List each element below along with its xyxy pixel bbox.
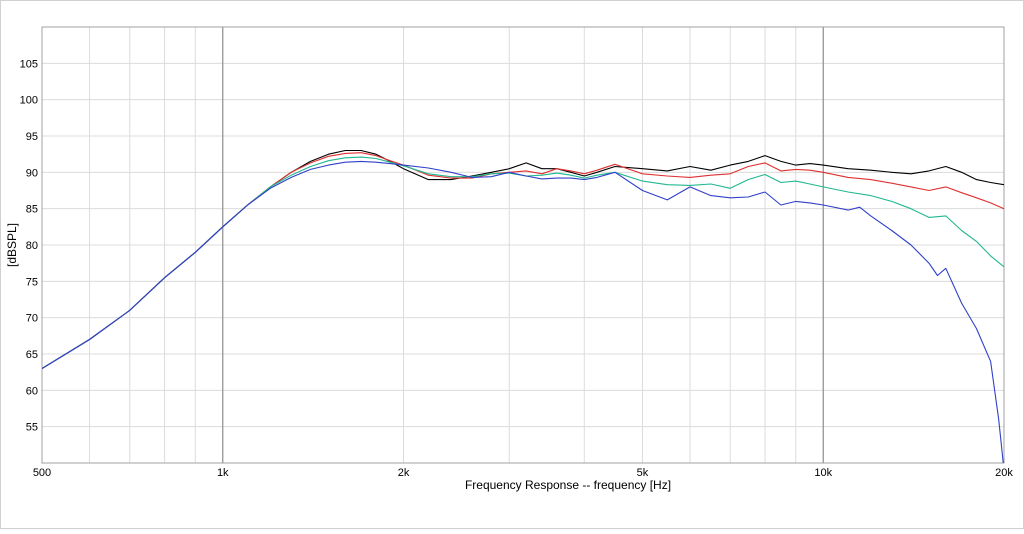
y-tick-label: 100 (20, 95, 38, 107)
y-tick-label: 80 (26, 240, 38, 252)
frequency-response-chart: 500 1k 2k 5k 10k 20k 55 60 65 70 75 80 85 90 95 100 105… (0, 0, 1024, 529)
x-tick-label: 500 (33, 467, 51, 479)
y-tick-label: 75 (26, 276, 38, 288)
x-axis-title: Frequency Response -- frequency [Hz] (465, 478, 671, 492)
y-tick-label: 60 (26, 385, 38, 397)
y-tick-label: 105 (20, 58, 38, 70)
y-axis-title: [dBSPL] (5, 223, 19, 267)
y-tick-label: 95 (26, 131, 38, 143)
y-tick-label: 90 (26, 167, 38, 179)
y-tick-label: 55 (26, 422, 38, 434)
y-tick-label: 70 (26, 313, 38, 325)
x-tick-label: 1k (217, 467, 229, 479)
x-tick-label: 10k (814, 467, 832, 479)
x-tick-label: 20k (995, 467, 1013, 479)
x-tick-label: 2k (398, 467, 410, 479)
chart-canvas: 500 1k 2k 5k 10k 20k 556065707580859095100105… (0, 0, 1024, 529)
outer-frame (0, 0, 1024, 529)
y-tick-label: 65 (26, 349, 38, 361)
y-tick-label: 85 (26, 204, 38, 216)
